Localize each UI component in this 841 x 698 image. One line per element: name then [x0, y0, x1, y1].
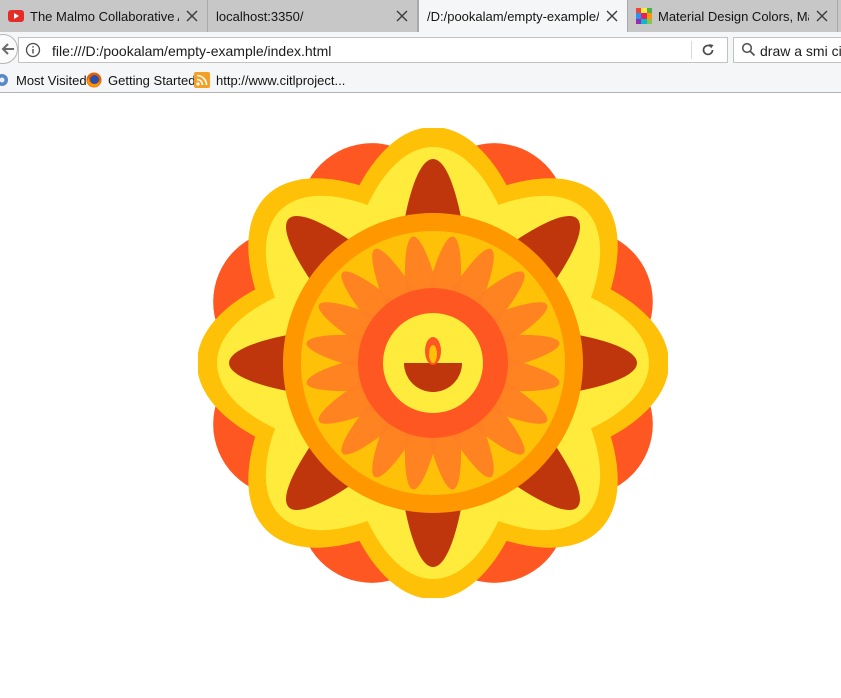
search-icon	[741, 42, 756, 57]
bookmark-most-visited[interactable]: Most Visited	[0, 72, 87, 88]
tab-pookalam[interactable]: /D:/pookalam/empty-example/index.html	[418, 0, 628, 32]
navigation-bar: file:///D:/pookalam/empty-example/index.…	[0, 32, 841, 68]
gear-icon	[0, 74, 8, 86]
url-text[interactable]: file:///D:/pookalam/empty-example/index.…	[52, 43, 331, 59]
bookmarks-toolbar: Most Visited Getting Started http://www.…	[0, 68, 841, 93]
page-viewport	[0, 93, 841, 698]
bookmark-label: http://www.citlproject...	[216, 72, 346, 88]
tab-title: localhost:3350/	[216, 8, 304, 24]
firefox-icon	[86, 72, 102, 88]
reload-icon[interactable]	[701, 43, 715, 57]
material-colors-icon	[636, 8, 652, 24]
rss-icon	[194, 72, 210, 88]
tab-title: Material Design Colors, Material Colors	[658, 8, 809, 24]
youtube-icon	[8, 10, 24, 22]
bookmark-getting-started[interactable]: Getting Started	[86, 72, 195, 88]
tab-strip: The Malmo Collaborative AI Challenge loc…	[0, 0, 841, 32]
tab-title: /D:/pookalam/empty-example/index.html	[427, 8, 599, 24]
url-bar[interactable]: file:///D:/pookalam/empty-example/index.…	[18, 37, 728, 63]
close-icon[interactable]	[815, 9, 829, 23]
back-button[interactable]	[0, 34, 18, 64]
close-icon[interactable]	[605, 9, 619, 23]
pookalam-canvas	[198, 128, 668, 598]
close-icon[interactable]	[185, 9, 199, 23]
tab-localhost[interactable]: localhost:3350/	[208, 0, 418, 32]
lamp-flame-core	[429, 345, 437, 363]
tab-malmo[interactable]: The Malmo Collaborative AI Challenge	[0, 0, 208, 32]
search-input[interactable]: draw a smi circle	[760, 43, 841, 59]
bookmark-label: Most Visited	[16, 72, 87, 88]
url-separator	[691, 41, 692, 59]
info-icon[interactable]	[25, 42, 41, 58]
bookmark-label: Getting Started	[108, 72, 196, 88]
close-icon[interactable]	[395, 9, 409, 23]
search-bar[interactable]: draw a smi circle	[733, 37, 841, 63]
tab-title: The Malmo Collaborative AI Challenge	[30, 8, 179, 24]
back-arrow-icon	[1, 43, 14, 55]
bookmark-citlproject[interactable]: http://www.citlproject...	[194, 72, 345, 88]
tab-material-colors[interactable]: Material Design Colors, Material Colors	[628, 0, 838, 32]
